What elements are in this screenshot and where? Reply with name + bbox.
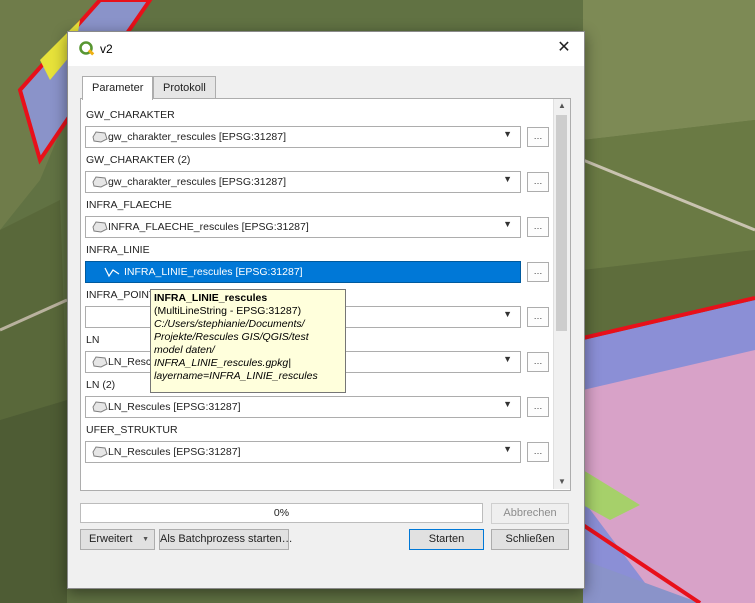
scroll-down-icon[interactable]: ▼	[554, 475, 570, 489]
polygon-layer-icon	[92, 176, 108, 188]
browse-button[interactable]: …	[527, 172, 549, 192]
chevron-down-icon: ▼	[503, 174, 512, 184]
layer-combo[interactable]: LN_Rescules [EPSG:31287] ▼	[85, 396, 521, 418]
combo-value: LN_Rescules [EPSG:31287]	[108, 401, 241, 413]
layer-tooltip: INFRA_LINIE_rescules (MultiLineString - …	[150, 289, 346, 393]
combo-value: LN_Rescules [EPSG:31287]	[108, 446, 241, 458]
browse-button[interactable]: …	[527, 262, 549, 282]
combo-value: gw_charakter_rescules [EPSG:31287]	[108, 131, 287, 143]
param-label: INFRA_FLAECHE	[86, 199, 172, 211]
browse-button[interactable]: …	[527, 352, 549, 372]
param-label: UFER_STRUKTUR	[86, 424, 178, 436]
polygon-layer-icon	[92, 221, 108, 233]
param-label: GW_CHARAKTER	[86, 109, 175, 121]
param-label: INFRA_POINT	[86, 289, 156, 301]
run-button[interactable]: Starten	[409, 529, 484, 550]
scrollbar-thumb[interactable]	[556, 115, 567, 331]
polygon-layer-icon	[92, 401, 108, 413]
combo-value: INFRA_FLAECHE_rescules [EPSG:31287]	[108, 221, 309, 233]
combo-value: INFRA_LINIE_rescules [EPSG:31287]	[124, 266, 303, 278]
browse-button[interactable]: …	[527, 442, 549, 462]
combo-value: gw_charakter_rescules [EPSG:31287]	[108, 176, 287, 188]
polygon-layer-icon	[92, 131, 108, 143]
chevron-down-icon: ▼	[142, 536, 149, 543]
layer-combo[interactable]: INFRA_FLAECHE_rescules [EPSG:31287] ▼	[85, 216, 521, 238]
chevron-down-icon: ▼	[503, 354, 512, 364]
chevron-down-icon: ▼	[503, 444, 512, 454]
advanced-button[interactable]: Erweitert ▼	[80, 529, 155, 550]
browse-button[interactable]: …	[527, 127, 549, 147]
scroll-up-icon[interactable]: ▲	[554, 99, 570, 113]
param-label: GW_CHARAKTER (2)	[86, 154, 191, 166]
tooltip-layer-name: INFRA_LINIE_rescules	[154, 292, 268, 304]
browse-button[interactable]: …	[527, 217, 549, 237]
layer-combo[interactable]: LN_Rescules [EPSG:31287] ▼	[85, 441, 521, 463]
batch-process-button[interactable]: Als Batchprozess starten…	[159, 529, 293, 550]
title-bar[interactable]: v2 ✕	[68, 32, 584, 66]
line-layer-icon	[104, 267, 120, 278]
close-dialog-button[interactable]: Schließen	[491, 529, 569, 550]
chevron-down-icon: ▼	[503, 129, 512, 139]
progress-bar: 0%	[80, 503, 483, 523]
tab-protokoll[interactable]: Protokoll	[153, 76, 216, 99]
polygon-layer-icon	[92, 446, 108, 458]
vertical-scrollbar[interactable]: ▲ ▼	[553, 99, 570, 489]
layer-combo[interactable]: gw_charakter_rescules [EPSG:31287] ▼	[85, 171, 521, 193]
chevron-down-icon: ▼	[503, 309, 512, 319]
param-label: LN (2)	[86, 379, 116, 391]
layer-combo[interactable]: INFRA_LINIE_rescules [EPSG:31287]	[85, 261, 521, 283]
chevron-down-icon: ▼	[503, 219, 512, 229]
tab-parameter[interactable]: Parameter	[82, 76, 154, 100]
dialog-title: v2	[100, 42, 113, 56]
cancel-button[interactable]: Abbrechen	[491, 503, 569, 524]
qgis-logo-icon	[79, 41, 95, 56]
polygon-layer-icon	[92, 356, 108, 368]
param-label: INFRA_LINIE	[86, 244, 150, 256]
browse-button[interactable]: …	[527, 397, 549, 417]
param-label: LN	[86, 334, 100, 346]
advanced-label: Erweitert	[89, 533, 133, 545]
chevron-down-icon: ▼	[503, 399, 512, 409]
tooltip-geometry-type: (MultiLineString - EPSG:31287)	[154, 305, 302, 317]
layer-combo[interactable]: gw_charakter_rescules [EPSG:31287] ▼	[85, 126, 521, 148]
browse-button[interactable]: …	[527, 307, 549, 327]
close-button[interactable]: ✕	[554, 38, 574, 58]
tooltip-source-path: C:/Users/stephianie/Documents/ Projekte/…	[154, 318, 318, 382]
